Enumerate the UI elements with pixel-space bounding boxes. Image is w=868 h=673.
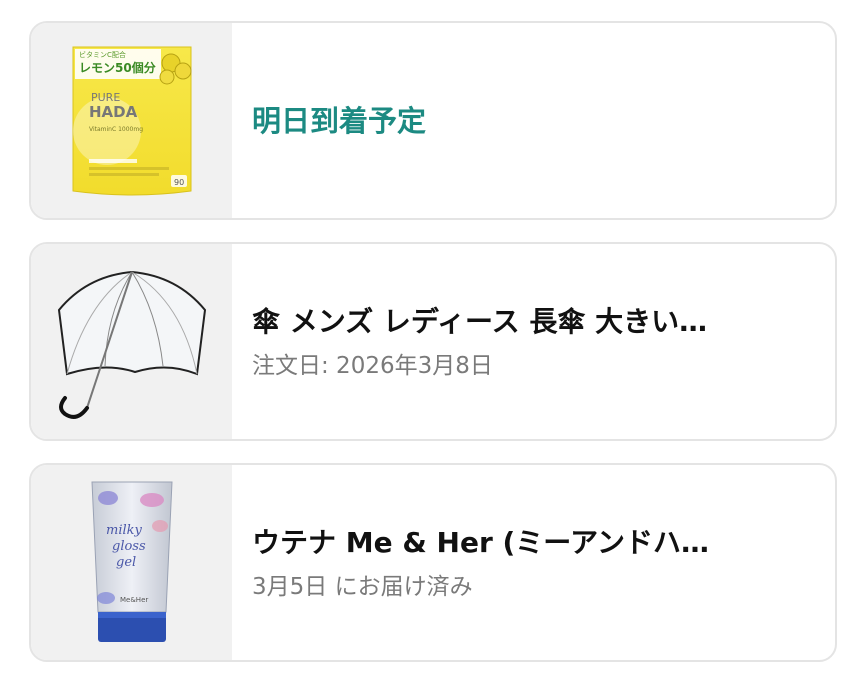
- svg-text:VitaminC 1000mg: VitaminC 1000mg: [89, 126, 143, 133]
- svg-text:milky: milky: [106, 523, 143, 538]
- product-image-umbrella: [31, 244, 232, 439]
- svg-text:ビタミンC配合: ビタミンC配合: [79, 50, 126, 59]
- vitamin-c-supplement-pouch-icon: ビタミンC配合 レモン50個分 PURE HADA VitaminC 1000m…: [72, 46, 191, 195]
- product-title: ウテナ Me & Her (ミーアンドハ…: [252, 525, 710, 559]
- svg-text:HADA: HADA: [89, 103, 138, 121]
- product-image-gel: milky gloss gel Me&Her: [31, 465, 232, 660]
- svg-text:90: 90: [174, 178, 184, 187]
- product-image-vitamin-c: ビタミンC配合 レモン50個分 PURE HADA VitaminC 1000m…: [31, 23, 232, 218]
- svg-text:Me&Her: Me&Her: [120, 596, 148, 604]
- delivery-status: 明日到着予定: [252, 103, 427, 138]
- order-card-vitamin-c[interactable]: ビタミンC配合 レモン50個分 PURE HADA VitaminC 1000m…: [29, 21, 837, 220]
- order-list: ビタミンC配合 レモン50個分 PURE HADA VitaminC 1000m…: [0, 0, 868, 673]
- delivered-date: 3月5日 にお届け済み: [252, 573, 473, 600]
- order-info: 傘 メンズ レディース 長傘 大きい… 注文日: 2026年3月8日: [232, 244, 835, 439]
- clear-umbrella-icon: [57, 270, 206, 419]
- svg-text:レモン50個分: レモン50個分: [79, 60, 156, 75]
- order-info: ウテナ Me & Her (ミーアンドハ… 3月5日 にお届け済み: [232, 465, 835, 660]
- order-card-gel[interactable]: milky gloss gel Me&Her ウテナ Me & Her (ミーア…: [29, 463, 837, 662]
- order-date: 注文日: 2026年3月8日: [252, 352, 493, 379]
- milky-gloss-gel-tube-icon: milky gloss gel Me&Her: [90, 481, 173, 642]
- svg-text:gel: gel: [116, 555, 136, 570]
- svg-text:gloss: gloss: [112, 539, 146, 554]
- order-info: 明日到着予定: [232, 23, 835, 218]
- product-title: 傘 メンズ レディース 長傘 大きい…: [252, 304, 708, 338]
- order-card-umbrella[interactable]: 傘 メンズ レディース 長傘 大きい… 注文日: 2026年3月8日: [29, 242, 837, 441]
